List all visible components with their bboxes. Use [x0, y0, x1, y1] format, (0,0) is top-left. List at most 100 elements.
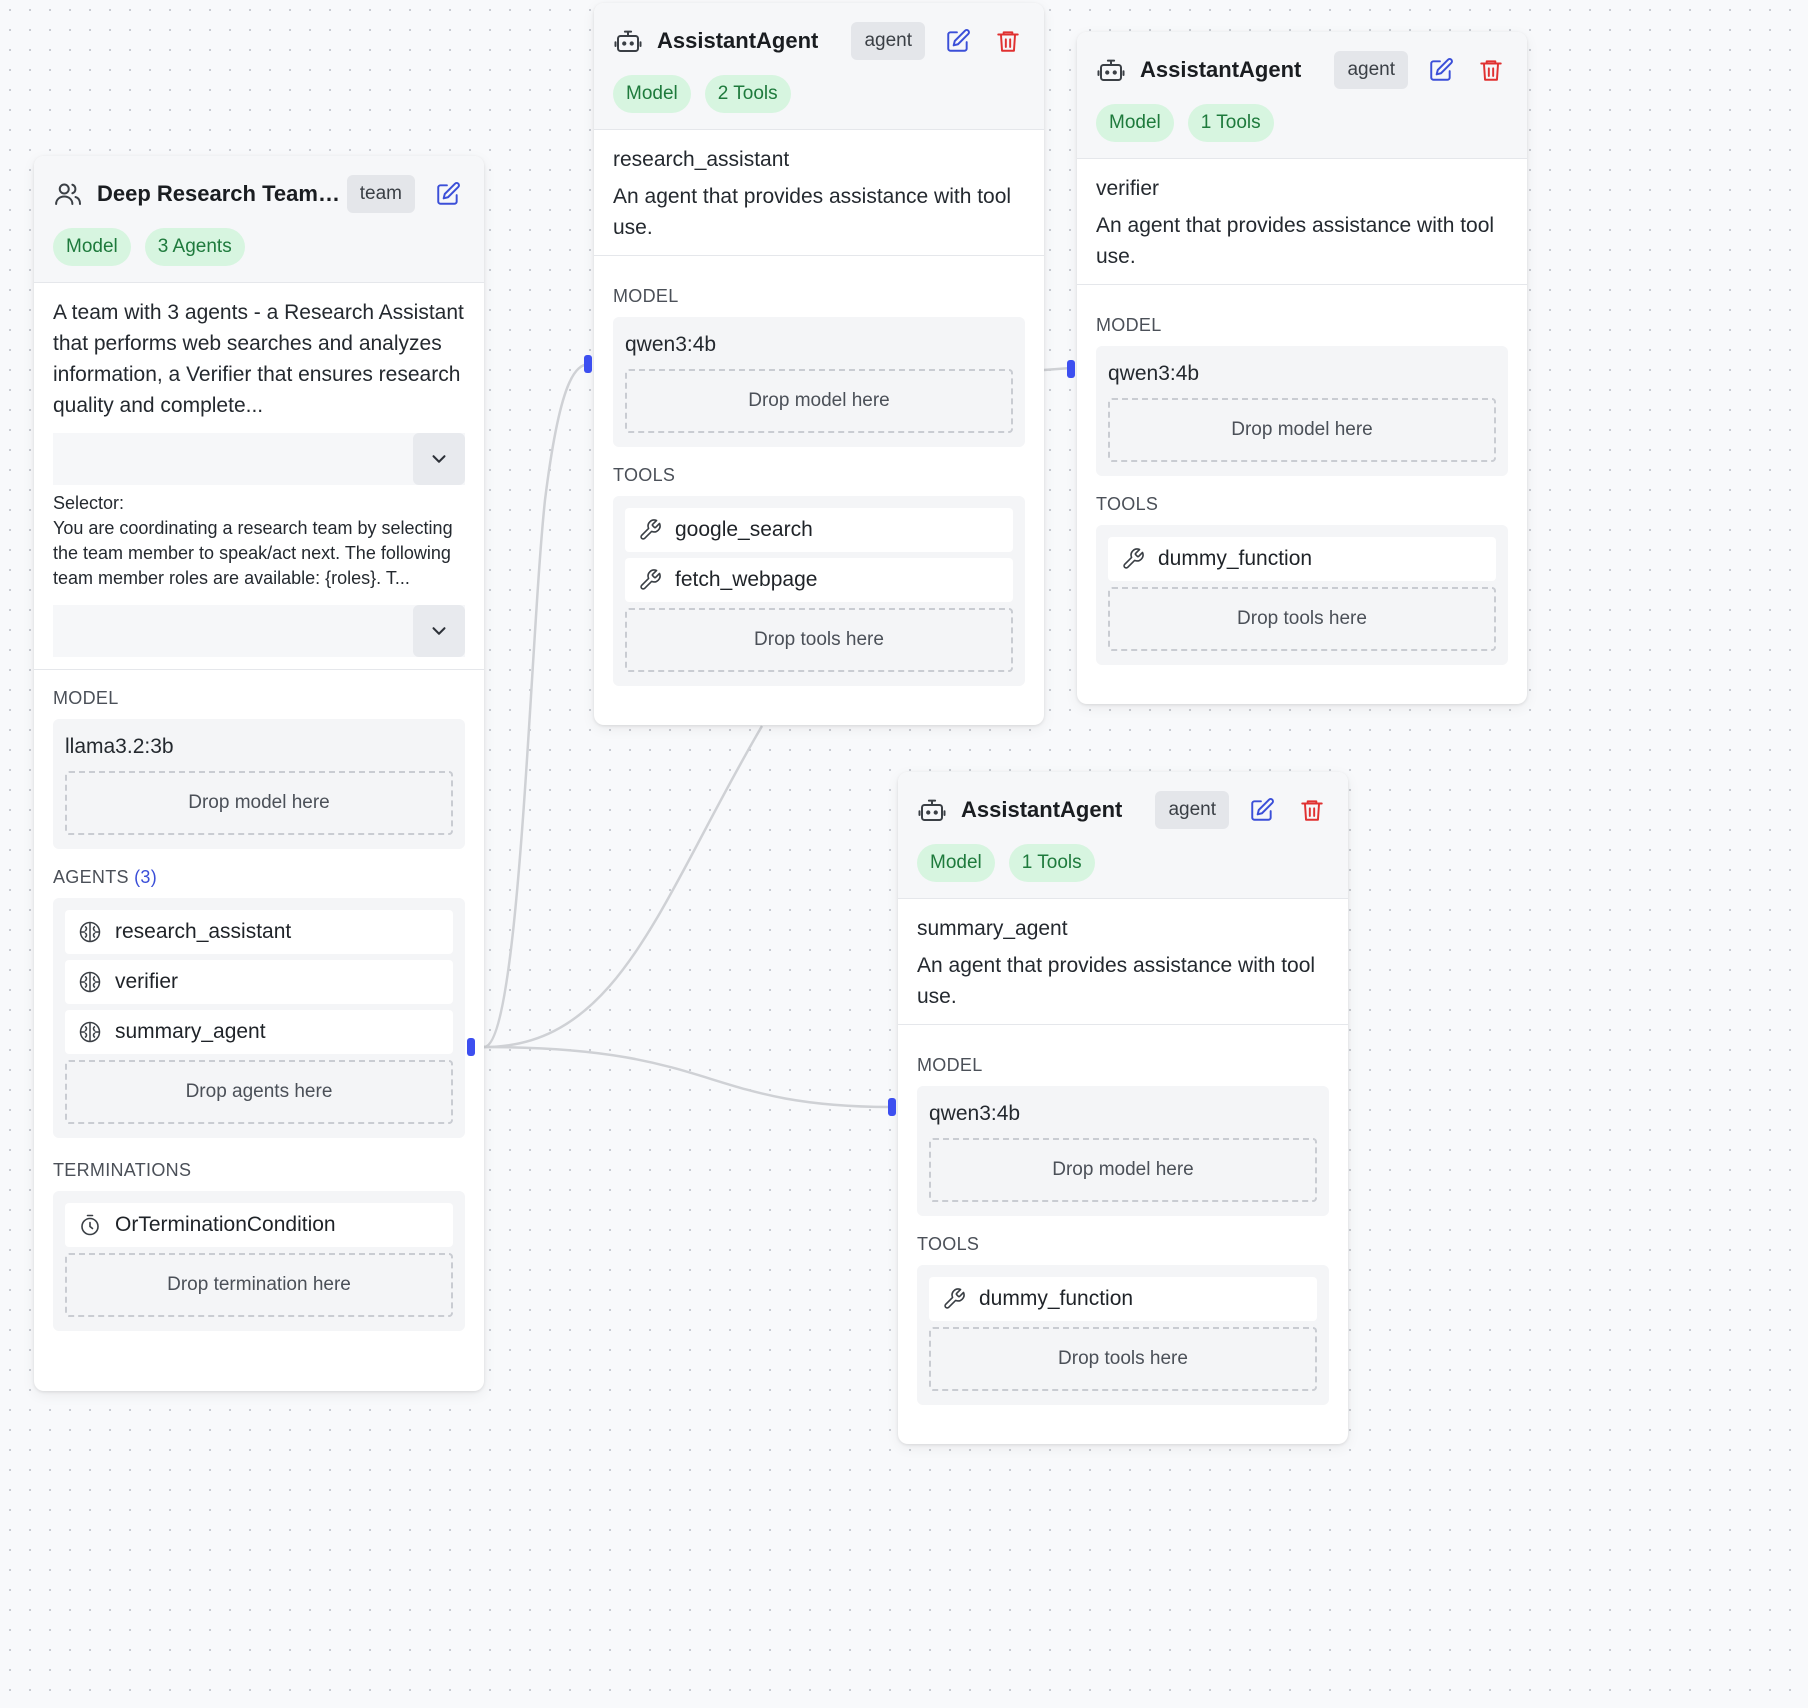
timer-icon	[77, 1212, 103, 1238]
agent-item[interactable]: verifier	[65, 960, 453, 1004]
model-value: qwen3:4b	[1108, 362, 1200, 385]
drop-tools-zone[interactable]: Drop tools here	[625, 608, 1013, 672]
model-section-label: MODEL	[917, 1055, 983, 1075]
agent-node-research-assistant[interactable]: AssistantAgent agent Model 2 Tools resea…	[594, 3, 1044, 725]
agent-title: AssistantAgent	[657, 28, 819, 53]
team-node[interactable]: Deep Research Team_... team Model 3 Agen…	[34, 156, 484, 1391]
team-output-handle[interactable]	[467, 1038, 475, 1056]
edit-icon[interactable]	[941, 24, 975, 58]
edge-team-to-research-assistant	[483, 362, 591, 1049]
selector-label: Selector:	[53, 493, 125, 513]
expand-selector-button[interactable]	[413, 605, 465, 657]
agent-name: summary_agent	[917, 917, 1068, 940]
model-pill: Model	[613, 75, 691, 113]
agent-item-label: research_assistant	[115, 920, 292, 943]
research-assistant-input-handle[interactable]	[584, 355, 592, 373]
agents-count-pill: 3 Agents	[144, 228, 245, 266]
trash-icon[interactable]	[1474, 53, 1508, 87]
trash-icon[interactable]	[991, 24, 1025, 58]
model-value: qwen3:4b	[625, 333, 717, 356]
tool-item[interactable]: fetch_webpage	[625, 558, 1013, 602]
tools-section-label: TOOLS	[613, 465, 676, 485]
agents-section-label: AGENTS (3)	[53, 867, 465, 888]
agent-node-header: AssistantAgent agent Model 1 Tools	[1077, 32, 1527, 159]
agent-node-summary-agent[interactable]: AssistantAgent agent Model 1 Tools summa…	[898, 772, 1348, 1444]
drop-termination-zone[interactable]: Drop termination here	[65, 1253, 453, 1317]
team-description: A team with 3 agents - a Research Assist…	[53, 301, 464, 417]
agent-description: An agent that provides assistance with t…	[613, 185, 1012, 239]
model-section-label: MODEL	[53, 688, 119, 708]
team-description-section: A team with 3 agents - a Research Assist…	[34, 283, 484, 670]
agent-item[interactable]: summary_agent	[65, 1010, 453, 1054]
agent-item-label: summary_agent	[115, 1020, 266, 1043]
agent-item-label: verifier	[115, 970, 179, 993]
wrench-icon	[1120, 546, 1146, 572]
agents-count: (3)	[134, 867, 158, 887]
tools-count-pill: 1 Tools	[1008, 844, 1095, 882]
tool-item[interactable]: dummy_function	[929, 1277, 1317, 1321]
agent-description-section: research_assistant An agent that provide…	[594, 130, 1044, 256]
model-value: llama3.2:3b	[65, 735, 174, 758]
team-type-badge: team	[346, 175, 415, 213]
model-box: qwen3:4b Drop model here	[613, 317, 1025, 447]
edge-team-to-summary-agent	[483, 1045, 894, 1109]
model-box: qwen3:4b Drop model here	[917, 1086, 1329, 1216]
brain-icon	[77, 1019, 103, 1045]
wrench-icon	[941, 1286, 967, 1312]
model-value: qwen3:4b	[929, 1102, 1021, 1125]
trash-icon[interactable]	[1295, 793, 1329, 827]
drop-model-zone[interactable]: Drop model here	[929, 1138, 1317, 1202]
expand-description-button[interactable]	[413, 433, 465, 485]
termination-label: OrTerminationCondition	[115, 1213, 336, 1236]
verifier-input-handle[interactable]	[1067, 360, 1075, 378]
agent-type-badge: agent	[851, 22, 925, 60]
agent-description: An agent that provides assistance with t…	[917, 954, 1316, 1008]
model-box: llama3.2:3b Drop model here	[53, 719, 465, 849]
agent-title: AssistantAgent	[961, 797, 1123, 822]
agent-type-badge: agent	[1334, 51, 1408, 89]
brain-icon	[77, 919, 103, 945]
terminations-section-label: TERMINATIONS	[53, 1160, 192, 1180]
tools-box: dummy_function Drop tools here	[1096, 525, 1508, 665]
robot-icon	[613, 26, 643, 56]
agent-title: AssistantAgent	[1140, 57, 1302, 82]
edge-team-to-verifier	[483, 725, 764, 1049]
agent-description-section: summary_agent An agent that provides ass…	[898, 899, 1348, 1025]
terminations-box: OrTerminationCondition Drop termination …	[53, 1191, 465, 1331]
drop-model-zone[interactable]: Drop model here	[625, 369, 1013, 433]
team-node-header: Deep Research Team_... team Model 3 Agen…	[34, 156, 484, 283]
drop-model-zone[interactable]: Drop model here	[1108, 398, 1496, 462]
tool-item[interactable]: dummy_function	[1108, 537, 1496, 581]
agent-name: research_assistant	[613, 148, 790, 171]
drop-tools-zone[interactable]: Drop tools here	[929, 1327, 1317, 1391]
model-box: qwen3:4b Drop model here	[1096, 346, 1508, 476]
robot-icon	[1096, 55, 1126, 85]
tool-label: google_search	[675, 518, 813, 541]
model-pill: Model	[917, 844, 995, 882]
tools-section-label: TOOLS	[1096, 494, 1159, 514]
tool-item[interactable]: google_search	[625, 508, 1013, 552]
drop-model-zone[interactable]: Drop model here	[65, 771, 453, 835]
tools-box: google_search fetch_webpage Drop tools h…	[613, 496, 1025, 686]
chevron-down-icon	[432, 455, 446, 463]
termination-item[interactable]: OrTerminationCondition	[65, 1203, 453, 1247]
tool-label: dummy_function	[979, 1287, 1134, 1310]
agents-box: research_assistant verifier summary_agen…	[53, 898, 465, 1138]
team-title: Deep Research Team_...	[97, 181, 345, 206]
agent-type-badge: agent	[1155, 791, 1229, 829]
agents-label-text: AGENTS	[53, 867, 129, 887]
users-icon	[53, 179, 83, 209]
drop-agents-zone[interactable]: Drop agents here	[65, 1060, 453, 1124]
edit-icon[interactable]	[431, 177, 465, 211]
agent-item[interactable]: research_assistant	[65, 910, 453, 954]
agent-node-verifier[interactable]: AssistantAgent agent Model 1 Tools verif…	[1077, 32, 1527, 704]
agent-node-header: AssistantAgent agent Model 2 Tools	[594, 3, 1044, 130]
edit-icon[interactable]	[1424, 53, 1458, 87]
agent-description-section: verifier An agent that provides assistan…	[1077, 159, 1527, 285]
edit-icon[interactable]	[1245, 793, 1279, 827]
drop-tools-zone[interactable]: Drop tools here	[1108, 587, 1496, 651]
tools-box: dummy_function Drop tools here	[917, 1265, 1329, 1405]
wrench-icon	[637, 567, 663, 593]
agent-description: An agent that provides assistance with t…	[1096, 214, 1495, 268]
summary-agent-input-handle[interactable]	[888, 1098, 896, 1116]
